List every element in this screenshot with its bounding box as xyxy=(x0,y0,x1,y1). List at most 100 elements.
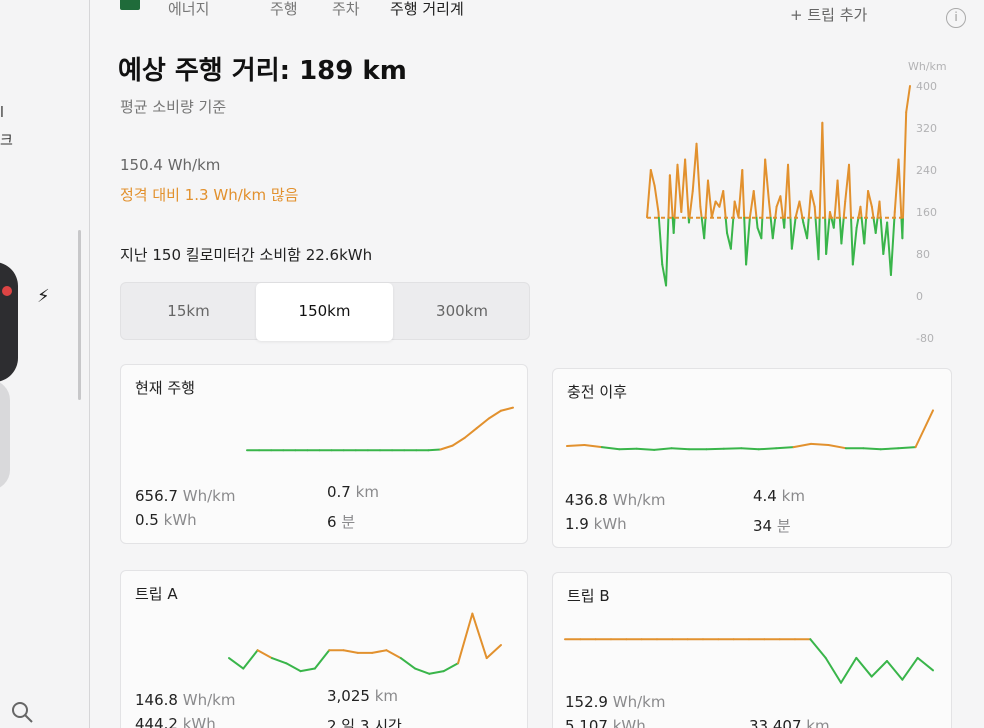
trend-segment xyxy=(242,649,259,670)
trend-segment xyxy=(914,409,934,449)
consumption-series-segment xyxy=(779,195,785,219)
range-option-15km[interactable]: 15km xyxy=(121,283,256,341)
charging-bolt-icon: ⚡ xyxy=(37,286,50,307)
consumption-series-segment xyxy=(817,216,821,261)
left-panel-fragment: 크 xyxy=(0,133,13,149)
trend-segment xyxy=(827,443,847,450)
car-image-lower xyxy=(0,380,10,490)
consumption-series-segment xyxy=(764,158,770,203)
y-tick-label: 80 xyxy=(916,248,930,261)
consumption-series-segment xyxy=(760,216,764,240)
consumption-series-segment xyxy=(676,163,683,213)
stat-unit: km xyxy=(355,483,379,501)
trend-segment xyxy=(299,667,316,673)
trend-segment xyxy=(810,442,830,446)
consumption-series-segment xyxy=(901,216,904,240)
card-since-charge[interactable]: 충전 이후 436.8 Wh/km 1.9 kWh 4.4 km 34 분 xyxy=(552,368,952,548)
energy-stat: 444.2 kWh xyxy=(135,715,216,728)
consumption-series-segment xyxy=(867,190,873,208)
stat-value: 34 xyxy=(753,517,773,535)
consumption-series-segment xyxy=(688,190,694,219)
consumption-series-segment xyxy=(741,169,746,219)
consumption-series-segment xyxy=(646,169,652,219)
distance-stat: 0.7 km xyxy=(327,483,379,501)
trend-segment xyxy=(285,662,302,673)
energy-stat: 5,107 kWh xyxy=(565,717,646,728)
energy-app-main: 에너지 주행 주차 주행 거리계 + 트립 추가 i 예상 주행 거리: 189… xyxy=(90,0,984,728)
consumption-series-segment xyxy=(878,200,882,219)
add-trip-button[interactable]: + 트립 추가 xyxy=(790,4,867,25)
search-icon[interactable] xyxy=(10,700,34,724)
trend-segment xyxy=(475,417,490,430)
trend-segment xyxy=(870,660,888,678)
stat-unit: Wh/km xyxy=(612,693,666,711)
consumption-series-segment xyxy=(755,216,759,229)
trend-segment xyxy=(618,447,638,451)
range-option-150km[interactable]: 150km xyxy=(256,283,393,341)
tab-odometer[interactable]: 주행 거리계 xyxy=(390,0,464,19)
trend-segment xyxy=(740,447,760,451)
trend-segment xyxy=(855,656,873,678)
y-axis-unit-label: Wh/km xyxy=(908,60,947,73)
info-icon[interactable]: i xyxy=(946,8,966,28)
trend-segment xyxy=(499,406,514,412)
trend-segment xyxy=(463,427,478,439)
consumption-series-segment xyxy=(855,216,860,229)
left-panel-fragment: l xyxy=(0,105,4,121)
tab-energy[interactable]: 에너지 xyxy=(168,0,209,19)
trend-segment xyxy=(342,649,359,654)
consumption-series-segment xyxy=(665,216,670,287)
card-trip-a[interactable]: 트립 A 146.8 Wh/km 444.2 kWh 3,025 km 2 일 … xyxy=(120,570,528,728)
consumption-series-segment xyxy=(767,200,772,219)
consumption-series-segment xyxy=(813,205,817,219)
y-tick-label: -80 xyxy=(916,332,934,345)
trend-segment xyxy=(427,448,442,452)
consumption-series-segment xyxy=(859,205,863,219)
last-distance-energy: 지난 150 킬로미터간 소비함 22.6kWh xyxy=(120,246,373,264)
average-consumption: 150.4 Wh/km xyxy=(120,156,221,174)
consumption-series-segment xyxy=(761,158,767,219)
consumption-series-segment xyxy=(790,216,797,250)
trend-segment xyxy=(705,447,725,451)
y-tick-label: 0 xyxy=(916,290,923,303)
consumption-series-segment xyxy=(901,111,908,219)
stat-unit: Wh/km xyxy=(612,491,666,509)
consumption-series-segment xyxy=(710,200,717,219)
trend-segment xyxy=(256,649,273,660)
consumption-series-segment xyxy=(879,216,885,255)
consumption-series-segment xyxy=(672,216,676,234)
stat-unit: km xyxy=(806,717,830,728)
card-current-drive[interactable]: 현재 주행 656.7 Wh/km 0.5 kWh 0.7 km 6 분 xyxy=(120,364,528,544)
consumption-series-segment xyxy=(897,158,903,219)
stat-unit: km xyxy=(781,487,805,505)
consumption-series-segment xyxy=(745,216,751,266)
scrollbar[interactable] xyxy=(78,230,81,400)
card-trip-b[interactable]: 트립 B 152.9 Wh/km 5,107 kWh 33,407 km xyxy=(552,572,952,728)
trend-segment xyxy=(485,644,502,660)
trend-segment xyxy=(897,446,917,450)
trend-segment xyxy=(809,638,827,659)
consumption-series-segment xyxy=(840,216,845,245)
consumption-series-segment xyxy=(774,205,778,219)
trend-segment xyxy=(399,657,417,670)
stat-value: 3,025 xyxy=(327,687,370,705)
trend-segment xyxy=(583,443,603,449)
tab-park[interactable]: 주차 xyxy=(332,0,360,19)
consumption-series-segment xyxy=(865,190,870,219)
stat-value: 436.8 xyxy=(565,491,608,509)
consumption-stat: 656.7 Wh/km xyxy=(135,487,235,505)
stat-unit: kWh xyxy=(163,511,197,529)
trend-segment xyxy=(313,649,331,670)
distance-stat: 3,025 km xyxy=(327,687,398,705)
consumption-series-segment xyxy=(886,221,892,276)
energy-tab-icon xyxy=(120,0,140,10)
stat-value: 152.9 xyxy=(565,693,608,711)
trend-segment xyxy=(428,670,445,675)
consumption-series-segment xyxy=(699,205,703,219)
range-option-300km[interactable]: 300km xyxy=(393,283,531,341)
tab-drive[interactable]: 주행 xyxy=(270,0,298,19)
trend-segment xyxy=(757,447,778,451)
consumption-series-segment xyxy=(653,184,660,213)
trend-segment xyxy=(862,447,882,451)
time-stat: 2 일 3 시간 xyxy=(327,717,402,728)
